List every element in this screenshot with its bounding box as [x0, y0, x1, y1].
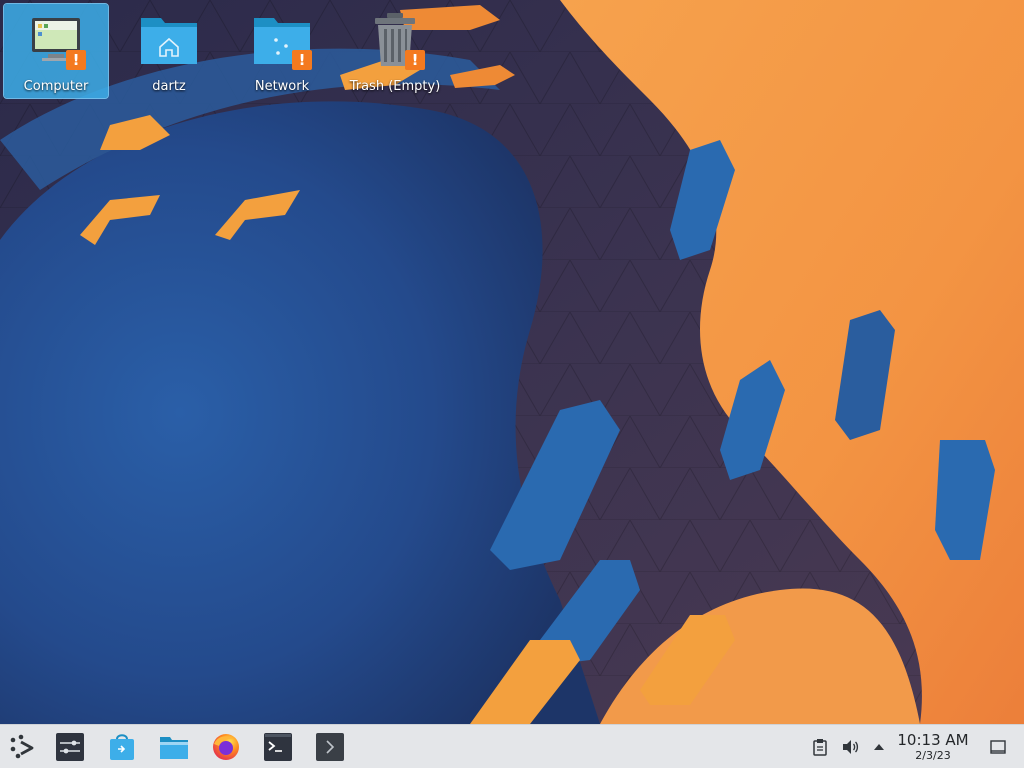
application-launcher-button[interactable]	[7, 732, 37, 762]
desktop-icon-dartz[interactable]: dartz	[117, 4, 221, 98]
volume-button[interactable]	[841, 738, 859, 756]
trash-icon: !	[365, 10, 425, 70]
clipboard-button[interactable]	[811, 738, 829, 756]
terminal-button[interactable]	[263, 732, 293, 762]
taskbar: 10:13 AM 2/3/23	[0, 724, 1024, 768]
wallpaper	[0, 0, 1024, 724]
desktop-icon-label: Trash (Empty)	[349, 79, 441, 94]
desktop-icon-label: dartz	[152, 79, 186, 94]
arrow-up-icon	[874, 744, 884, 750]
konsole-button[interactable]	[315, 732, 345, 762]
discover-store-icon	[110, 734, 134, 760]
clock-date: 2/3/23	[915, 749, 951, 762]
terminal-icon	[264, 733, 292, 761]
show-desktop-icon	[990, 740, 1006, 754]
firefox-icon	[213, 734, 239, 760]
warning-badge-icon: !	[405, 50, 425, 70]
desktop-icon-trash[interactable]: ! Trash (Empty)	[343, 4, 447, 98]
file-manager-button[interactable]	[159, 732, 189, 762]
desktop-icon-label: Computer	[23, 79, 89, 94]
clipboard-icon	[813, 739, 827, 756]
expand-tray-button[interactable]	[870, 738, 888, 756]
kde-launcher-icon	[10, 734, 34, 759]
desktop[interactable]: ! Computer dartz ! Network ! Trash (Empt…	[0, 0, 1024, 768]
folder-icon	[160, 737, 188, 759]
digital-clock[interactable]: 10:13 AM 2/3/23	[892, 732, 974, 763]
settings-sliders-icon	[56, 733, 84, 761]
warning-badge-icon: !	[66, 50, 86, 70]
home-folder-icon	[139, 10, 199, 70]
speaker-icon	[843, 740, 859, 754]
show-desktop-button[interactable]	[989, 738, 1007, 756]
warning-badge-icon: !	[292, 50, 312, 70]
system-settings-button[interactable]	[55, 732, 85, 762]
computer-icon: !	[26, 10, 86, 70]
desktop-icon-label: Network	[254, 79, 310, 94]
firefox-button[interactable]	[211, 732, 241, 762]
desktop-icon-computer[interactable]: ! Computer	[3, 3, 109, 99]
desktop-icon-network[interactable]: ! Network	[230, 4, 334, 98]
clock-time: 10:13 AM	[897, 731, 969, 749]
chevron-right-icon	[316, 733, 344, 761]
discover-button[interactable]	[107, 732, 137, 762]
network-folder-icon: !	[252, 10, 312, 70]
